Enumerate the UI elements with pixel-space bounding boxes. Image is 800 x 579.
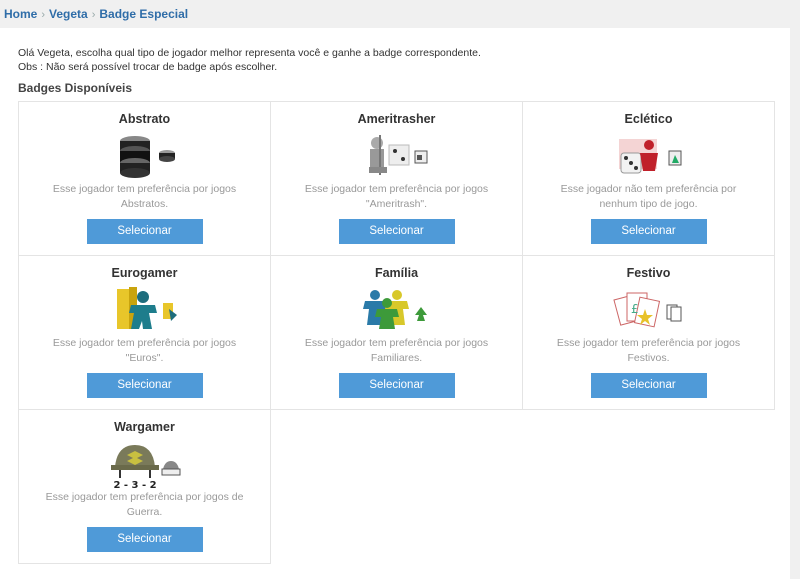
badge-description: Esse jogador tem preferência por jogos A… xyxy=(52,183,237,210)
breadcrumb-user[interactable]: Vegeta xyxy=(49,7,88,21)
intro-text: Olá Vegeta, escolha qual tipo de jogador… xyxy=(18,46,481,74)
badge-title: Abstrato xyxy=(118,112,171,126)
intro-note: Obs : Não será possível trocar de badge … xyxy=(18,61,278,73)
abstrato-icon xyxy=(119,136,175,178)
badge-title: Wargamer xyxy=(114,420,175,434)
badge-card-abstrato: Abstrato Esse jogador tem preferência po… xyxy=(18,101,271,256)
badge-card-ecletico: Eclético Esse jogador não tem preferênci… xyxy=(522,101,775,256)
breadcrumb-home[interactable]: Home xyxy=(4,7,37,21)
badge-card-wargamer: Wargamer 2 - 3 - 2 Esse jogador tem pref… xyxy=(18,409,271,564)
badge-card-familia: Família Esse jogador tem preferência por… xyxy=(270,255,523,410)
badge-description: Esse jogador tem preferência por jogos "… xyxy=(304,183,489,210)
badge-description: Esse jogador tem preferência por jogos d… xyxy=(45,491,244,518)
badge-card-festivo: Festivo £ Esse jogador tem preferência p… xyxy=(522,255,775,410)
familia-icon xyxy=(362,290,427,329)
select-ameritrasher-button[interactable]: Selecionar xyxy=(338,219,455,244)
eurogamer-icon xyxy=(116,287,177,329)
badge-title: Eurogamer xyxy=(111,266,178,280)
select-familia-button[interactable]: Selecionar xyxy=(338,373,455,398)
breadcrumb-separator-icon: › xyxy=(41,9,46,21)
badge-card-eurogamer: Eurogamer Esse jogador tem preferência p… xyxy=(18,255,271,410)
badge-title: Ameritrasher xyxy=(357,112,436,126)
badge-card-ameritrasher: Ameritrasher Esse jogador tem preferênci… xyxy=(270,101,523,256)
badge-grid: Abstrato Esse jogador tem preferência po… xyxy=(18,101,775,564)
ecletico-icon xyxy=(618,139,681,174)
breadcrumb: Home › Vegeta › Badge Especial xyxy=(0,0,800,28)
select-festivo-button[interactable]: Selecionar xyxy=(590,373,707,398)
ameritrasher-icon xyxy=(368,135,427,175)
badge-description: Esse jogador não tem preferência por nen… xyxy=(560,183,737,210)
badge-title: Eclético xyxy=(624,112,673,126)
badge-title: Festivo xyxy=(626,266,671,280)
badge-panel: Olá Vegeta, escolha qual tipo de jogador… xyxy=(0,28,790,579)
select-abstrato-button[interactable]: Selecionar xyxy=(86,219,203,244)
badge-description: Esse jogador tem preferência por jogos "… xyxy=(52,337,237,364)
breadcrumb-separator-icon: › xyxy=(91,9,96,21)
wargamer-icon: 2 - 3 - 2 xyxy=(110,445,180,489)
select-wargamer-button[interactable]: Selecionar xyxy=(86,527,203,552)
section-title: Badges Disponíveis xyxy=(18,81,133,95)
select-eurogamer-button[interactable]: Selecionar xyxy=(86,373,203,398)
intro-line: Olá Vegeta, escolha qual tipo de jogador… xyxy=(18,47,481,59)
breadcrumb-current[interactable]: Badge Especial xyxy=(99,7,188,21)
badge-description: Esse jogador tem preferência por jogos F… xyxy=(304,337,489,364)
festivo-icon: £ xyxy=(612,292,681,328)
select-ecletico-button[interactable]: Selecionar xyxy=(590,219,707,244)
badge-title: Família xyxy=(374,266,419,280)
wargamer-icon-label: 2 - 3 - 2 xyxy=(113,480,156,489)
svg-text:£: £ xyxy=(631,302,639,316)
badge-description: Esse jogador tem preferência por jogos F… xyxy=(556,337,741,364)
